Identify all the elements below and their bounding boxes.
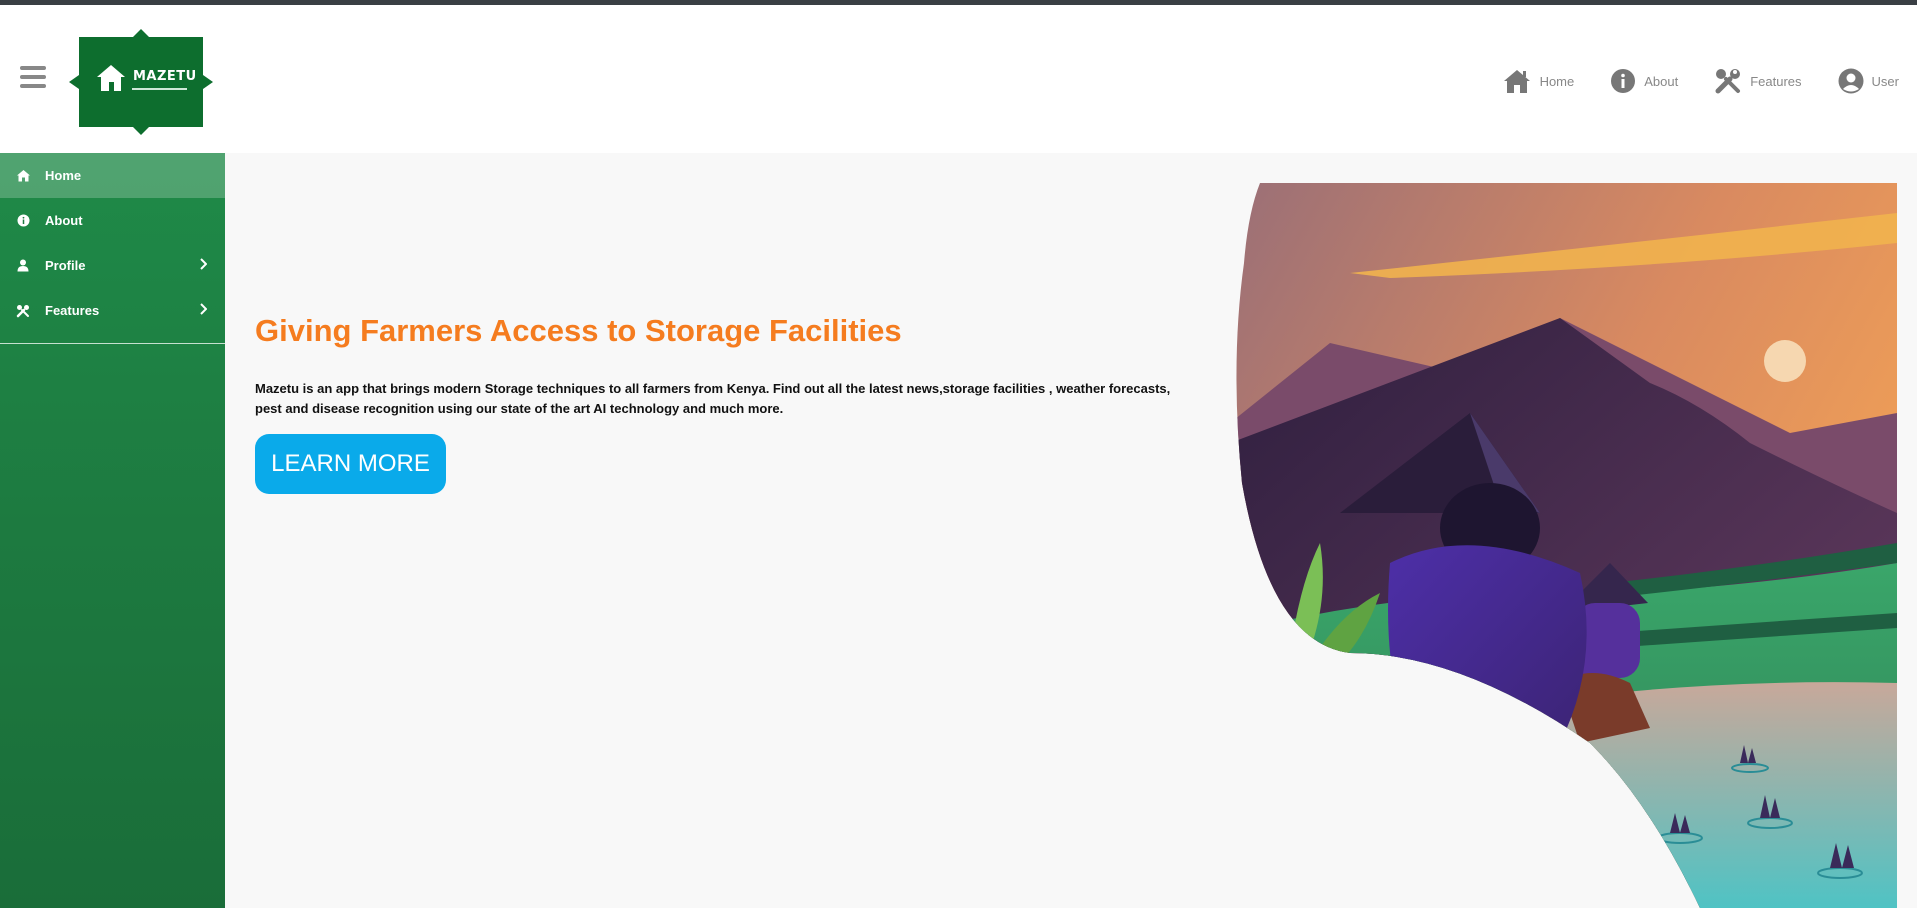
sidebar-item-profile[interactable]: Profile <box>0 243 225 288</box>
tools-icon <box>15 303 31 319</box>
hero-title: Giving Farmers Access to Storage Facilit… <box>255 313 902 348</box>
topnav-about[interactable]: About <box>1610 68 1678 94</box>
top-navigation: Home About Features User <box>1466 67 1899 95</box>
topnav-home-label: Home <box>1539 73 1575 89</box>
sidebar: Home About Profile Features <box>0 153 225 908</box>
hero-illustration-farmers <box>1230 183 1897 908</box>
topnav-features[interactable]: Features <box>1714 67 1802 95</box>
sidebar-divider <box>0 343 225 344</box>
hamburger-menu-icon[interactable] <box>20 66 46 90</box>
sidebar-item-features-label: Features <box>45 303 100 318</box>
topnav-user[interactable]: User <box>1838 68 1899 94</box>
chevron-right-icon <box>199 303 208 318</box>
sidebar-item-about[interactable]: About <box>0 198 225 243</box>
sidebar-item-home[interactable]: Home <box>0 153 225 198</box>
tools-icon <box>1715 69 1741 94</box>
user-icon <box>15 258 31 274</box>
sidebar-item-features[interactable]: Features <box>0 288 225 333</box>
topnav-about-label: About <box>1644 73 1679 89</box>
topnav-user-label: User <box>1871 73 1899 89</box>
topnav-features-label: Features <box>1750 73 1802 89</box>
home-icon <box>1503 70 1530 93</box>
header: MAZETU Home About Features User <box>0 5 1917 153</box>
sidebar-item-home-label: Home <box>45 168 82 183</box>
logo-wordmark: MAZETU <box>133 69 197 84</box>
user-circle-icon <box>1838 68 1864 94</box>
home-icon <box>15 168 31 184</box>
main-content: Giving Farmers Access to Storage Facilit… <box>225 153 1917 908</box>
hero-description: Mazetu is an app that brings modern Stor… <box>255 381 1171 416</box>
info-icon <box>1611 69 1636 93</box>
learn-more-button[interactable]: LEARN MORE <box>255 434 446 494</box>
info-icon <box>15 213 31 229</box>
sidebar-item-profile-label: Profile <box>45 258 86 273</box>
topnav-home[interactable]: Home <box>1502 68 1575 94</box>
chevron-right-icon <box>199 258 208 273</box>
mazetu-logo[interactable]: MAZETU <box>67 27 215 137</box>
sidebar-item-about-label: About <box>45 213 83 228</box>
